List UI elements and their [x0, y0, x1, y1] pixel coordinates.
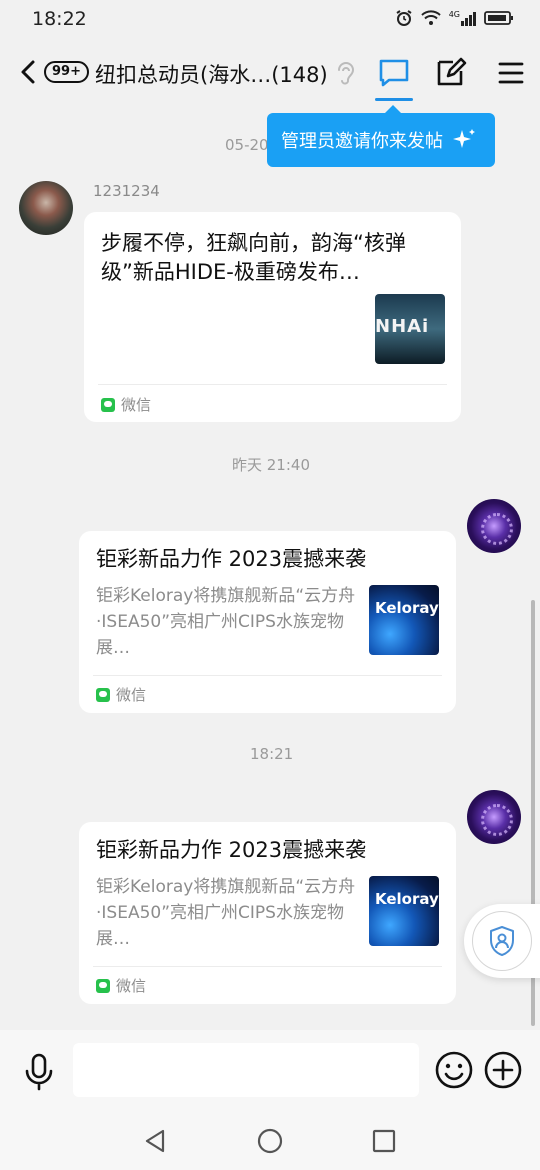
- float-button-ring: [472, 911, 532, 971]
- card-divider: [93, 966, 442, 967]
- wifi-icon: [421, 10, 441, 25]
- source-label: 微信: [116, 977, 147, 995]
- article-title: 钜彩新品力作 2023震撼来袭: [96, 838, 367, 862]
- message-input[interactable]: [73, 1043, 419, 1097]
- article-description: 钜彩Keloray将携旗舰新品“云方舟·ISEA50”亮相广州CIPS水族宠物展…: [96, 877, 356, 949]
- wechat-icon: [101, 397, 115, 412]
- article-description: 钜彩Keloray将携旗舰新品“云方舟·ISEA50”亮相广州CIPS水族宠物展…: [96, 586, 356, 658]
- battery-icon: [484, 11, 513, 25]
- nav-home-icon[interactable]: [257, 1128, 283, 1154]
- admin-invite-tooltip[interactable]: 管理员邀请你来发帖: [267, 105, 495, 167]
- article-title: 钜彩新品力作 2023震撼来袭: [96, 547, 367, 571]
- alarm-icon: [396, 10, 412, 26]
- emoji-icon[interactable]: [434, 1050, 474, 1090]
- ear-icon[interactable]: [334, 60, 356, 86]
- message-timestamp: 05-20: [225, 136, 269, 154]
- status-bar: 18:22 4G: [0, 0, 540, 40]
- status-icons: 4G: [395, 9, 514, 27]
- menu-icon[interactable]: [494, 56, 528, 90]
- system-nav-bar: [0, 1110, 540, 1170]
- signal-icon: 4G: [449, 10, 476, 26]
- message-timestamp: 昨天 21:40: [232, 456, 310, 474]
- article-thumbnail: NHAi: [375, 294, 445, 364]
- article-source: 微信: [101, 394, 151, 415]
- chat-header: 99+ 纽扣总动员(海水…(148): [0, 40, 540, 108]
- group-title[interactable]: 纽扣总动员(海水…(148): [95, 59, 328, 89]
- edit-icon[interactable]: [434, 56, 468, 90]
- source-label: 微信: [116, 686, 147, 704]
- article-title: 步履不停，狂飙向前，韵海“核弹级”新品HIDE-极重磅发布…: [101, 231, 406, 284]
- status-time: 18:22: [32, 8, 87, 30]
- back-arrow-icon[interactable]: [18, 58, 40, 86]
- plus-icon[interactable]: [483, 1050, 523, 1090]
- card-divider: [98, 384, 447, 385]
- thumbnail-text: NHAi: [375, 316, 430, 337]
- source-label: 微信: [121, 396, 152, 414]
- my-avatar[interactable]: [467, 499, 521, 553]
- sender-avatar[interactable]: [19, 181, 73, 235]
- unread-badge[interactable]: 99+: [44, 61, 89, 83]
- network-type-label: 4G: [448, 10, 460, 19]
- thumbnail-text: Keloray: [375, 599, 439, 617]
- sparkle-icon: [453, 129, 475, 148]
- message-timestamp: 18:21: [250, 745, 294, 763]
- shared-article-card[interactable]: 步履不停，狂飙向前，韵海“核弹级”新品HIDE-极重磅发布… NHAi 微信: [84, 212, 461, 422]
- shared-article-card[interactable]: 钜彩新品力作 2023震撼来袭 钜彩Keloray将携旗舰新品“云方舟·ISEA…: [79, 531, 456, 713]
- chat-bubble-icon[interactable]: [377, 56, 411, 90]
- article-thumbnail: Keloray: [369, 585, 439, 655]
- wechat-icon: [96, 687, 110, 702]
- security-float-button[interactable]: [464, 904, 540, 978]
- shield-user-icon: [490, 926, 514, 956]
- card-divider: [93, 675, 442, 676]
- article-thumbnail: Keloray: [369, 876, 439, 946]
- nav-recents-icon[interactable]: [372, 1128, 396, 1154]
- tooltip-text: 管理员邀请你来发帖: [281, 131, 443, 152]
- thumbnail-text: Keloray: [375, 890, 439, 908]
- input-bar: [0, 1030, 540, 1110]
- article-source: 微信: [96, 684, 146, 705]
- article-source: 微信: [96, 975, 146, 996]
- active-tab-indicator: [375, 98, 413, 101]
- nav-back-icon[interactable]: [143, 1128, 167, 1154]
- microphone-icon[interactable]: [22, 1052, 56, 1092]
- shared-article-card[interactable]: 钜彩新品力作 2023震撼来袭 钜彩Keloray将携旗舰新品“云方舟·ISEA…: [79, 822, 456, 1004]
- my-avatar[interactable]: [467, 790, 521, 844]
- sender-name[interactable]: 1231234: [93, 182, 160, 200]
- wechat-icon: [96, 978, 110, 993]
